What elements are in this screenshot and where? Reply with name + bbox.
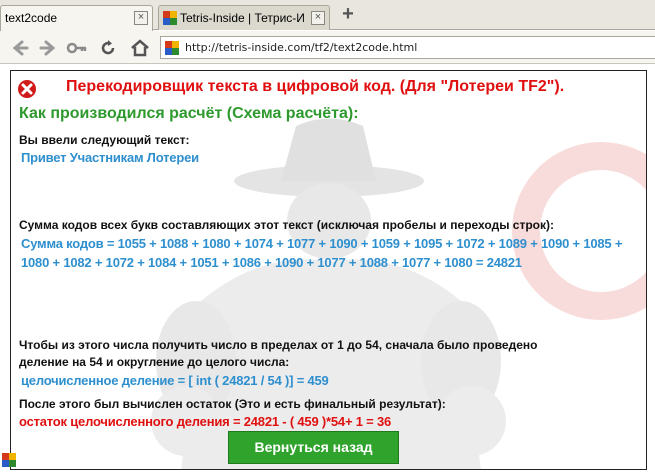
tetris-favicon-icon (163, 11, 177, 25)
home-icon[interactable] (130, 38, 150, 58)
forward-arrow-icon[interactable] (38, 38, 58, 58)
close-tab-icon[interactable]: × (311, 11, 325, 25)
remainder-result: остаток целочисленного деления = 24821 -… (19, 414, 392, 429)
close-x-logo-icon (18, 80, 36, 98)
page-corner-favicon-icon (2, 453, 16, 467)
input-text: Привет Участникам Лотереи (21, 150, 199, 165)
reload-icon[interactable] (98, 38, 118, 58)
tab-tetris-inside[interactable]: Tetris-Inside | Тетрис-И... × (158, 5, 330, 30)
page-subtitle: Как производился расчёт (Схема расчёта): (19, 105, 359, 122)
sum-line-1: Сумма кодов = 1055 + 1088 + 1080 + 1074 … (21, 236, 623, 251)
tab-title: text2code (5, 11, 58, 25)
address-bar[interactable]: http://tetris-inside.com/tf2/text2code.h… (160, 36, 655, 59)
division-label-line-2: деление на 54 и округление до целого чис… (19, 355, 290, 369)
tab-title: Tetris-Inside | Тетрис-И... (180, 11, 305, 25)
input-label: Вы ввели следующий текст: (19, 133, 190, 147)
page-content: Перекодировщик текста в цифровой код. (Д… (0, 65, 655, 474)
key-icon[interactable] (66, 38, 87, 58)
sum-label: Сумма кодов всех букв составляющих этот … (19, 218, 554, 232)
division-label-line-1: Чтобы из этого числа получить число в пр… (19, 338, 538, 352)
new-tab-button[interactable]: + (339, 4, 357, 24)
close-tab-icon[interactable]: × (134, 11, 148, 25)
page-title: Перекодировщик текста в цифровой код. (Д… (66, 78, 565, 95)
tab-bar: text2code × Tetris-Inside | Тетрис-И... … (0, 0, 655, 31)
content-frame: Перекодировщик текста в цифровой код. (Д… (10, 70, 647, 470)
sum-line-2: 1080 + 1082 + 1072 + 1084 + 1051 + 1086 … (21, 255, 522, 270)
tab-text2code[interactable]: text2code × (0, 5, 153, 31)
division-result: целочисленное деление = [ int ( 24821 / … (21, 373, 329, 388)
site-favicon-icon (165, 41, 179, 55)
remainder-label: После этого был вычислен остаток (Это и … (19, 397, 446, 411)
navigation-bar: http://tetris-inside.com/tf2/text2code.h… (0, 31, 655, 64)
url-text[interactable]: http://tetris-inside.com/tf2/text2code.h… (185, 41, 417, 54)
go-back-button[interactable]: Вернуться назад (228, 431, 399, 464)
back-arrow-icon[interactable] (10, 38, 30, 58)
